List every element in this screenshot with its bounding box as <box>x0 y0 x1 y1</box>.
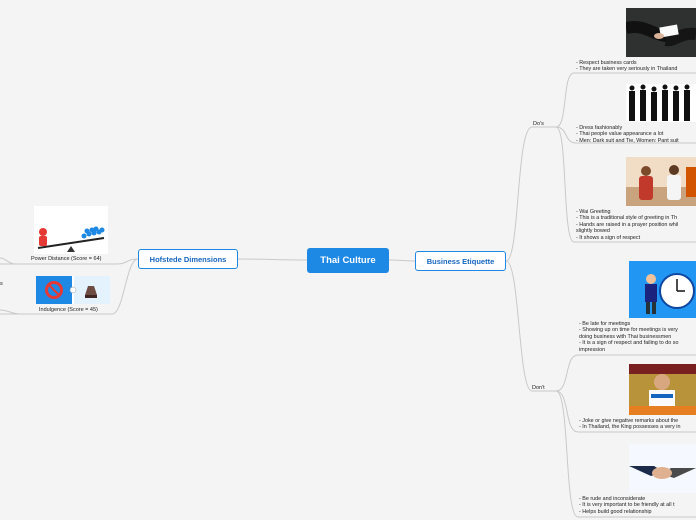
indulgence-image <box>36 276 110 304</box>
dont-item-late[interactable]: - Be late for meetings - Showing up on t… <box>579 321 696 353</box>
business-card-image <box>626 8 696 57</box>
dont-item-rude[interactable]: - Be rude and inconsiderate - It is very… <box>579 496 696 515</box>
wai-greeting-image <box>626 157 696 206</box>
dont-item-king[interactable]: - Joke or give negative remarks about th… <box>579 418 696 431</box>
central-topic[interactable]: Thai Culture <box>307 248 389 273</box>
power-distance-image <box>34 206 108 254</box>
dos-label[interactable]: Do's <box>533 121 544 127</box>
topic-business-etiquette[interactable]: Business Etiquette <box>415 251 506 271</box>
power-distance-label[interactable]: Power Distance (Score = 64) <box>31 256 101 262</box>
do-item-dress[interactable]: - Dress fashionably - Thai people value … <box>576 125 696 144</box>
king-image <box>629 364 696 415</box>
handshake-image <box>629 444 696 493</box>
do-item-wai-greeting[interactable]: - Wai Greeting - This is a traditional s… <box>576 209 696 241</box>
do-item-business-cards[interactable]: - Respect business cards - They are take… <box>576 60 696 73</box>
donts-label[interactable]: Don't <box>532 385 545 391</box>
dress-image <box>626 84 696 122</box>
cut-off-label: s <box>0 281 3 287</box>
indulgence-label[interactable]: Indulgence (Score = 45) <box>39 307 98 313</box>
topic-hofstede-dimensions[interactable]: Hofstede Dimensions <box>138 249 238 269</box>
late-meeting-image <box>629 261 696 318</box>
